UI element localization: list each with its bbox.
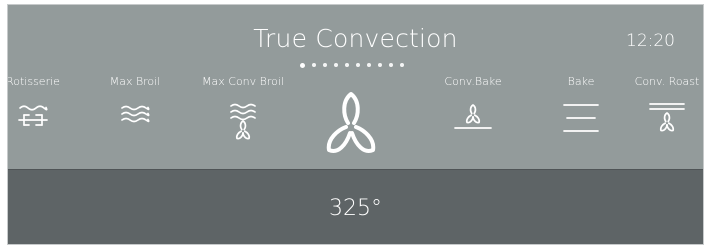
page-dot[interactable] [367,63,371,67]
oven-control-panel: True Convection 12:20 Rotisserie Max Bro… [7,4,704,245]
page-dot[interactable] [323,63,327,67]
max-conv-broil-icon [230,103,256,140]
mode-label: Max Conv Broil [202,75,284,88]
temperature-panel[interactable]: 325° [8,169,703,244]
conv-bake-icon [454,104,492,129]
page-dot[interactable] [345,63,349,67]
mode-max-broil[interactable]: Max Broil [105,75,165,155]
clock-display[interactable]: 12:20 [626,30,675,52]
mode-conv-bake[interactable]: Conv.Bake [443,75,503,155]
mode-label: Bake [567,75,595,88]
max-broil-icon [121,105,150,123]
true-convection-fan-icon [326,92,376,153]
mode-true-convection[interactable] [306,75,396,155]
mode-conv-roast[interactable]: Conv. Roast [632,75,702,155]
mode-label: Max Broil [109,75,161,88]
mode-label: Conv. Roast [634,75,700,88]
page-dot[interactable] [334,63,338,67]
page-dot[interactable] [400,63,404,67]
selected-mode-title: True Convection [253,24,458,53]
page-dot[interactable] [300,62,305,68]
mode-bake[interactable]: Bake [551,75,611,155]
page-dot[interactable] [312,63,316,67]
conv-roast-icon [649,103,685,132]
bake-icon [563,104,599,132]
mode-label: Conv.Bake [444,75,502,88]
mode-max-conv-broil[interactable]: Max Conv Broil [202,75,284,155]
mode-selector-panel: True Convection 12:20 Rotisserie Max Bro… [8,5,703,169]
temperature-readout[interactable]: 325° [8,196,703,222]
page-dot[interactable] [378,63,382,67]
page-indicator [300,61,404,69]
page-dot[interactable] [356,63,360,67]
page-dot[interactable] [389,63,393,67]
mode-rotisserie[interactable]: Rotisserie [7,75,60,155]
mode-label: Rotisserie [7,75,60,88]
rotisserie-icon [18,105,48,126]
